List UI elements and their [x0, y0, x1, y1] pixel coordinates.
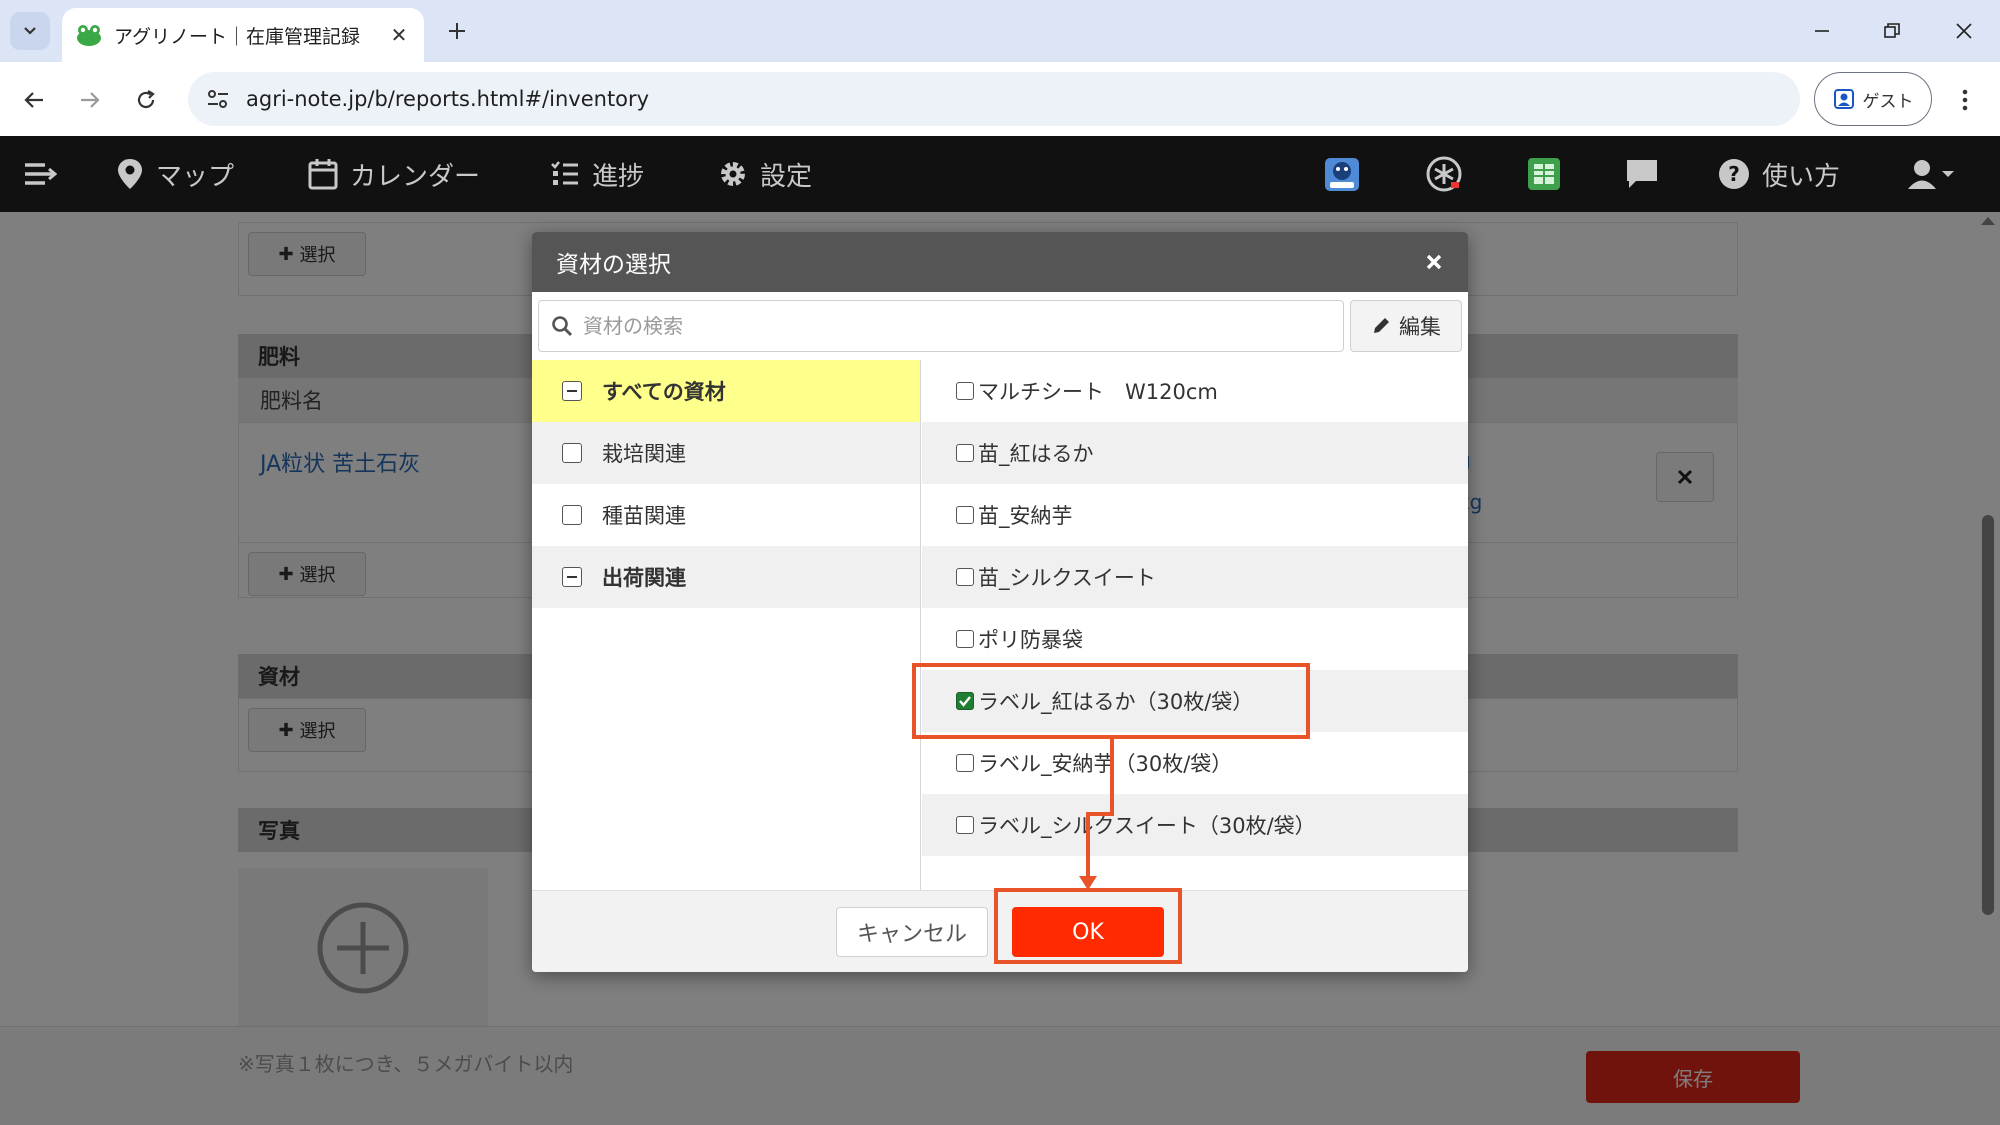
item-checkbox[interactable] — [956, 816, 974, 834]
minimize-icon — [1815, 30, 1829, 32]
ledger-book-icon — [1528, 158, 1560, 190]
forward-button[interactable] — [70, 80, 110, 120]
edit-button[interactable]: 編集 — [1350, 300, 1462, 352]
more-vertical-icon — [1962, 89, 1968, 111]
asterisk-app-button[interactable] — [1424, 154, 1464, 194]
arrow-left-icon — [24, 92, 43, 108]
chat-bubble-icon — [1627, 160, 1657, 188]
item-checkbox[interactable] — [956, 630, 974, 648]
nav-calendar-label: カレンダー — [350, 161, 481, 192]
plus-icon — [449, 23, 465, 39]
asterisk-badge-icon — [1426, 156, 1462, 192]
close-icon — [1956, 23, 1972, 39]
url-bar[interactable]: agri-note.jp/b/reports.html#/inventory — [188, 72, 1800, 126]
profile-icon — [1833, 89, 1854, 109]
category-cultivation[interactable]: 栽培関連 — [532, 422, 920, 484]
material-select-dialog: 資材の選択 編集 すべての資材 栽培関連 種苗関連 出荷関連 — [532, 232, 1468, 972]
tab-search-button[interactable] — [10, 12, 50, 50]
ledger-app-button[interactable] — [1524, 154, 1564, 194]
nav-settings-label: 設定 — [760, 161, 813, 192]
category-seedling[interactable]: 種苗関連 — [532, 484, 920, 546]
nav-progress[interactable]: 進捗 — [550, 136, 644, 212]
browser-tab[interactable]: アグリノート｜在庫管理記録 ✕ — [62, 8, 424, 62]
profile-button[interactable]: ゲスト — [1814, 72, 1932, 126]
close-window-button[interactable] — [1944, 14, 1984, 48]
list-item[interactable]: ポリ防暴袋 — [922, 608, 1468, 670]
url-text: agri-note.jp/b/reports.html#/inventory — [246, 87, 650, 111]
user-icon — [1908, 160, 1954, 189]
chevron-down-icon — [24, 27, 36, 35]
messages-button[interactable] — [1622, 154, 1662, 194]
material-search-box — [538, 300, 1344, 352]
annotation-highlight-ok-button — [994, 888, 1182, 964]
nav-calendar[interactable]: カレンダー — [308, 136, 480, 212]
dialog-header: 資材の選択 — [532, 232, 1468, 292]
material-search-input[interactable] — [583, 314, 1323, 338]
tab-close-icon[interactable]: ✕ — [386, 22, 412, 48]
menu-toggle-button[interactable] — [20, 154, 60, 194]
item-checkbox[interactable] — [956, 382, 974, 400]
category-cultivation-checkbox[interactable] — [562, 443, 582, 463]
back-button[interactable] — [14, 80, 54, 120]
category-shipping[interactable]: 出荷関連 — [532, 546, 920, 608]
list-item[interactable]: 苗_紅はるか — [922, 422, 1468, 484]
help-circle-icon: ? — [1719, 159, 1749, 189]
browser-address-bar: agri-note.jp/b/reports.html#/inventory ゲ… — [0, 62, 2000, 136]
tab-title: アグリノート｜在庫管理記録 — [114, 25, 361, 48]
page-scrollbar-thumb[interactable] — [1982, 515, 1994, 915]
list-item[interactable]: マルチシート W120cm — [922, 360, 1468, 422]
list-item[interactable]: ラベル_シルクスイート（30枚/袋） — [922, 794, 1468, 856]
nav-help[interactable]: ? 使い方 — [1718, 136, 1840, 212]
nav-map[interactable]: マップ — [116, 136, 234, 212]
menu-collapse-icon — [25, 163, 57, 185]
nav-settings[interactable]: 設定 — [718, 136, 812, 212]
item-checkbox[interactable] — [956, 444, 974, 462]
category-shipping-checkbox[interactable] — [562, 567, 582, 587]
restore-button[interactable] — [1872, 14, 1912, 48]
close-icon — [1426, 254, 1442, 270]
browser-menu-button[interactable] — [1950, 80, 1980, 120]
manager-app-icon — [1325, 158, 1359, 191]
browser-tab-bar: アグリノート｜在庫管理記録 ✕ — [0, 0, 2000, 62]
pencil-icon — [1374, 318, 1389, 333]
restore-icon — [1884, 23, 1900, 38]
dialog-close-button[interactable] — [1420, 248, 1448, 276]
category-seedling-checkbox[interactable] — [562, 505, 582, 525]
material-item-list: マルチシート W120cm 苗_紅はるか 苗_安納芋 苗_シルクスイート ポリ防… — [922, 360, 1468, 890]
arrow-right-icon — [81, 92, 100, 108]
list-item[interactable]: ラベル_安納芋（30枚/袋） — [922, 732, 1468, 794]
nav-progress-label: 進捗 — [592, 161, 645, 192]
svg-text:?: ? — [1728, 162, 1740, 186]
reload-icon — [137, 90, 155, 109]
nav-help-label: 使い方 — [1762, 161, 1841, 192]
map-pin-icon — [118, 159, 142, 189]
annotation-highlight-selected-item — [912, 663, 1310, 739]
category-all[interactable]: すべての資材 — [532, 360, 920, 422]
new-tab-button[interactable] — [440, 14, 474, 48]
reload-button[interactable] — [126, 80, 166, 120]
edit-label: 編集 — [1399, 315, 1441, 339]
scroll-up-arrow-icon[interactable] — [1978, 214, 1998, 228]
app-navbar: マップ カレンダー 進捗 設定 ? 使い方 — [0, 136, 2000, 212]
nav-map-label: マップ — [156, 161, 235, 192]
search-icon — [552, 316, 573, 337]
site-settings-icon[interactable] — [206, 88, 230, 110]
user-menu-button[interactable] — [1906, 154, 1956, 194]
dialog-title: 資材の選択 — [556, 252, 671, 278]
item-checkbox[interactable] — [956, 506, 974, 524]
manager-app-button[interactable] — [1324, 154, 1360, 192]
list-item[interactable]: 苗_安納芋 — [922, 484, 1468, 546]
cancel-button[interactable]: キャンセル — [836, 907, 988, 957]
item-checkbox[interactable] — [956, 754, 974, 772]
item-checkbox[interactable] — [956, 568, 974, 586]
frog-favicon-icon — [77, 25, 101, 46]
profile-label: ゲスト — [1862, 91, 1914, 112]
calendar-icon — [308, 159, 338, 190]
gear-icon — [721, 162, 745, 186]
minimize-button[interactable] — [1802, 14, 1842, 48]
category-list: すべての資材 栽培関連 種苗関連 出荷関連 — [532, 360, 921, 890]
category-all-checkbox[interactable] — [562, 381, 582, 401]
list-item[interactable]: 苗_シルクスイート — [922, 546, 1468, 608]
progress-list-icon — [551, 161, 578, 185]
